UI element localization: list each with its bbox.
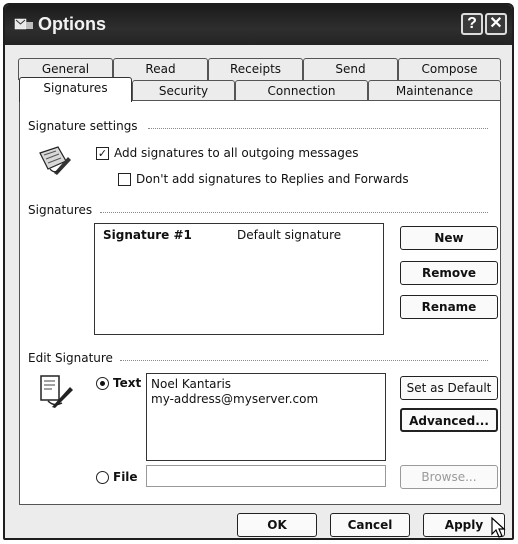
tab-read-label: Read <box>145 62 176 76</box>
tab-signatures-label: Signatures <box>43 81 108 95</box>
tab-compose[interactable]: Compose <box>398 58 501 80</box>
tab-compose-label: Compose <box>421 62 478 76</box>
signature-text-line: Noel Kantaris <box>151 377 232 391</box>
add-signatures-label: Add signatures to all outgoing messages <box>114 146 359 160</box>
ok-button[interactable]: OK <box>237 513 317 537</box>
remove-signature-button[interactable]: Remove <box>400 261 498 285</box>
tab-receipts-label: Receipts <box>229 62 282 76</box>
group-divider <box>148 128 488 129</box>
title-bar: Options ? ✕ <box>5 5 512 45</box>
close-button[interactable]: ✕ <box>485 13 507 35</box>
dont-add-replies-label: Don't add signatures to Replies and Forw… <box>136 172 409 186</box>
file-path-input[interactable] <box>146 465 386 487</box>
list-item[interactable]: Signature #1 Default signature <box>101 228 377 244</box>
text-radio[interactable] <box>96 377 109 390</box>
signatures-tab-panel: Signature settings ✓ Add signatures to a… <box>19 100 501 505</box>
tab-send[interactable]: Send <box>303 58 398 80</box>
file-radio-label: File <box>113 470 138 484</box>
options-window-icon <box>14 18 33 30</box>
tab-security-label: Security <box>158 84 209 98</box>
options-dialog: Options ? ✕ General Read Receipts Send C… <box>3 3 514 540</box>
cancel-button[interactable]: Cancel <box>330 513 410 537</box>
tab-general-label: General <box>41 62 90 76</box>
radio-selected-dot <box>100 381 105 386</box>
signature-default-note: Default signature <box>237 228 342 242</box>
edit-signature-heading: Edit Signature <box>28 351 117 365</box>
signature-name: Signature #1 <box>103 228 192 242</box>
browse-button[interactable]: Browse... <box>400 465 498 489</box>
edit-signature-icon <box>40 375 73 408</box>
mouse-cursor-icon <box>491 517 506 538</box>
text-radio-label: Text <box>113 376 142 390</box>
group-divider <box>120 360 488 361</box>
help-button[interactable]: ? <box>461 13 483 35</box>
signature-settings-icon <box>39 146 71 175</box>
close-icon: ✕ <box>489 15 503 32</box>
tab-maintenance[interactable]: Maintenance <box>368 80 501 102</box>
signatures-heading: Signatures <box>28 203 97 217</box>
checkmark-icon: ✓ <box>97 147 108 160</box>
tab-receipts[interactable]: Receipts <box>208 58 303 80</box>
set-as-default-button[interactable]: Set as Default <box>400 376 498 400</box>
rename-signature-button[interactable]: Rename <box>400 295 498 319</box>
signature-text-area[interactable]: Noel Kantaris my-address@myserver.com <box>146 373 386 461</box>
group-divider <box>100 212 488 213</box>
tab-connection-label: Connection <box>267 84 336 98</box>
question-icon: ? <box>467 15 477 32</box>
tab-connection[interactable]: Connection <box>235 80 368 102</box>
advanced-button[interactable]: Advanced... <box>400 408 498 432</box>
file-radio[interactable] <box>96 471 109 484</box>
tab-send-label: Send <box>335 62 366 76</box>
add-signatures-checkbox[interactable]: ✓ <box>96 147 109 160</box>
signatures-list[interactable]: Signature #1 Default signature <box>94 223 384 335</box>
new-signature-button[interactable]: New <box>400 226 498 250</box>
window-title: Options <box>38 14 106 34</box>
tab-signatures[interactable]: Signatures <box>19 77 132 102</box>
tab-maintenance-label: Maintenance <box>395 84 474 98</box>
dont-add-replies-checkbox[interactable] <box>118 173 131 186</box>
signature-settings-heading: Signature settings <box>28 119 142 133</box>
signature-text-line: my-address@myserver.com <box>151 392 319 406</box>
tab-security[interactable]: Security <box>132 80 235 102</box>
